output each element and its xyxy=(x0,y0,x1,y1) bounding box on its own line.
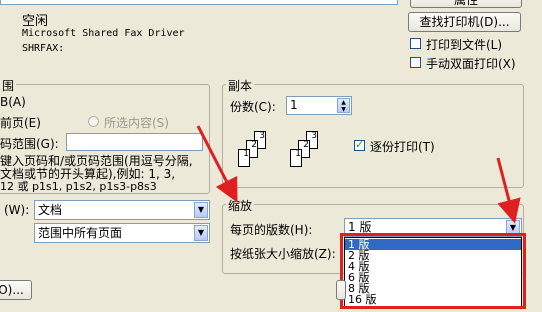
arrow-to-zoom xyxy=(196,125,238,203)
annotation-arrows xyxy=(196,125,521,224)
arrow-to-dropdown xyxy=(496,157,521,224)
